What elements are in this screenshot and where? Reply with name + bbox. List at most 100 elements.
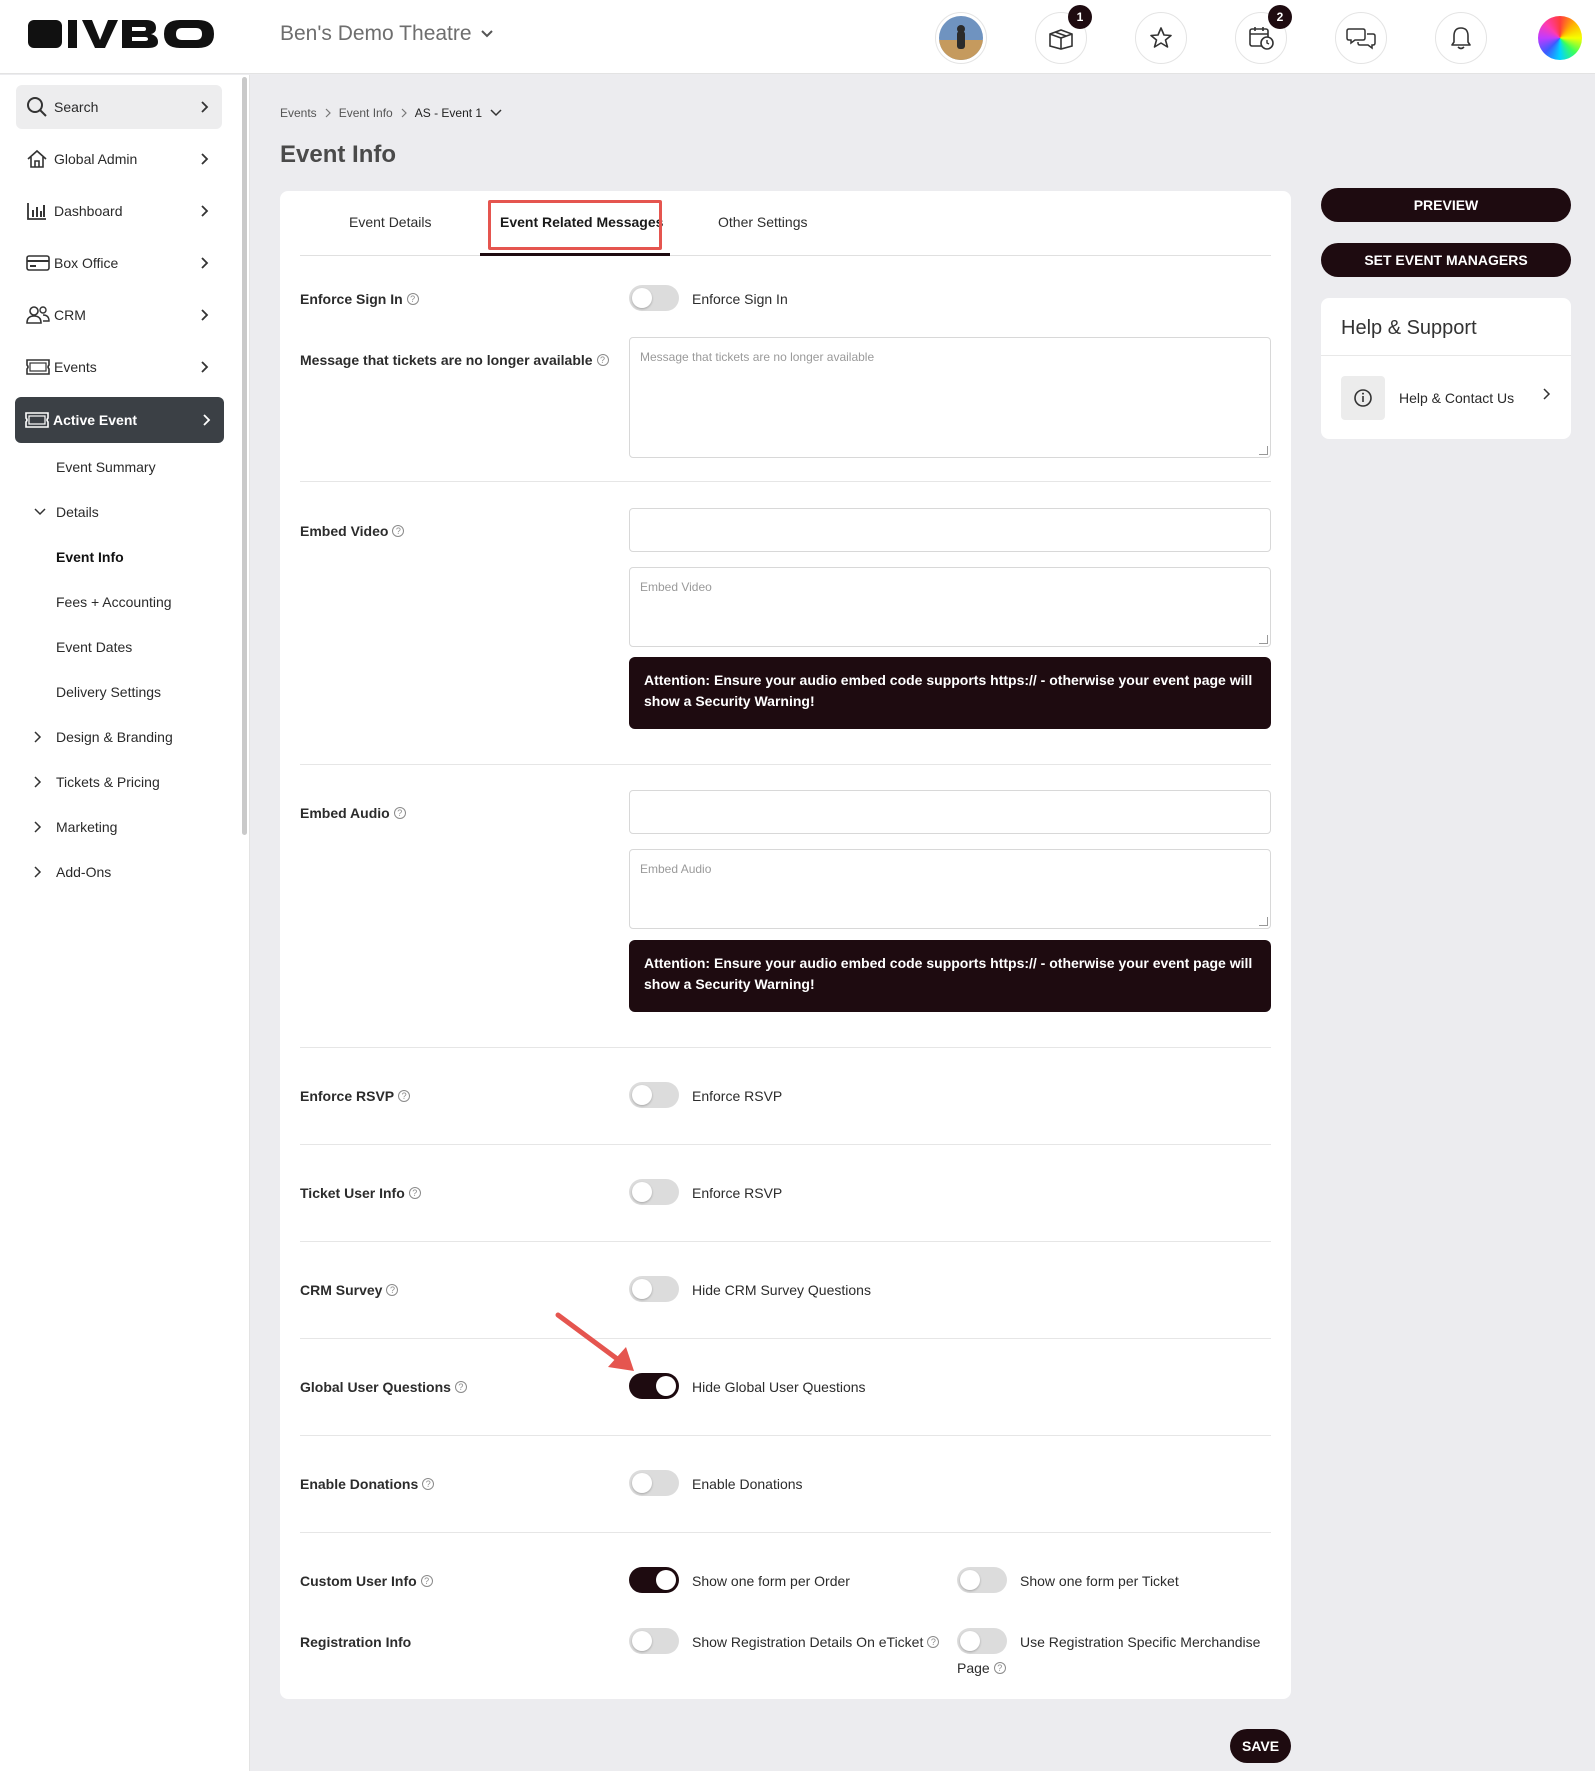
sidebar-item-global-admin[interactable]: Global Admin (16, 137, 222, 181)
chat-icon (1346, 28, 1376, 50)
help-icon[interactable]: ? (406, 293, 419, 305)
sidebar-item-event-dates[interactable]: Event Dates (56, 639, 132, 655)
preview-button[interactable]: PREVIEW (1321, 188, 1571, 222)
sidebar-item-delivery-settings[interactable]: Delivery Settings (56, 684, 161, 700)
package-icon (1049, 29, 1073, 50)
divider (300, 1241, 1271, 1242)
profile-photo-button[interactable] (935, 12, 987, 64)
help-icon[interactable]: ? (420, 1575, 433, 1587)
one-form-per-order-toggle[interactable] (629, 1567, 679, 1593)
help-icon[interactable]: ? (993, 1662, 1006, 1674)
sidebar-scrollbar[interactable] (242, 77, 247, 835)
embed-video-input[interactable] (629, 508, 1271, 552)
set-event-managers-button[interactable]: SET EVENT MANAGERS (1321, 243, 1571, 277)
sidebar-item-crm[interactable]: CRM (16, 293, 222, 337)
help-icon[interactable]: ? (393, 807, 406, 819)
chevron-right-icon (34, 866, 56, 878)
ticket-user-info-toggle[interactable] (629, 1179, 679, 1205)
enable-donations-toggle[interactable] (629, 1470, 679, 1496)
color-wheel-icon (1538, 16, 1582, 60)
help-icon[interactable]: ? (386, 1284, 399, 1296)
embed-audio-textarea[interactable]: Embed Audio (629, 849, 1271, 929)
sidebar-item-add-ons[interactable]: Add-Ons (34, 864, 111, 880)
embed-video-label: Embed Video ? (300, 523, 405, 539)
color-wheel-button[interactable] (1534, 12, 1586, 64)
sidebar-item-events[interactable]: Events (16, 345, 222, 389)
registration-details-eticket-toggle[interactable] (629, 1628, 679, 1654)
calendar-alerts-button[interactable]: 2 (1235, 5, 1292, 64)
sidebar-item-active-event[interactable]: Active Event (15, 397, 224, 443)
enforce-rsvp-toggle[interactable] (629, 1082, 679, 1108)
notifications-button[interactable] (1435, 12, 1487, 64)
tab-bar: Event Details Event Related Messages Oth… (300, 191, 1271, 256)
one-form-per-ticket-toggle[interactable] (957, 1567, 1007, 1593)
info-icon (1341, 376, 1385, 420)
sidebar-item-design-branding[interactable]: Design & Branding (34, 729, 173, 745)
sidebar-item-dashboard[interactable]: Dashboard (16, 189, 222, 233)
breadcrumb-events[interactable]: Events (280, 106, 317, 120)
divider (300, 1532, 1271, 1533)
bell-icon (1451, 27, 1471, 50)
ticket-user-info-label: Ticket User Info ? (300, 1185, 421, 1201)
sidebar-item-fees-accounting[interactable]: Fees + Accounting (56, 594, 172, 610)
no-tickets-message-textarea[interactable]: Message that tickets are no longer avail… (629, 337, 1271, 458)
chevron-right-icon[interactable] (1543, 388, 1551, 400)
help-icon[interactable]: ? (398, 1090, 411, 1102)
enable-donations-toggle-label: Enable Donations (692, 1476, 803, 1492)
crm-survey-toggle[interactable] (629, 1276, 679, 1302)
divider (300, 1047, 1271, 1048)
embed-video-textarea[interactable]: Embed Video (629, 567, 1271, 647)
help-icon[interactable]: ? (422, 1478, 435, 1490)
ivbo-logo[interactable] (28, 16, 222, 52)
embed-audio-label: Embed Audio ? (300, 805, 406, 821)
toggle-label-text: Show Registration Details On eTicket (692, 1634, 924, 1650)
global-user-questions-toggle[interactable] (629, 1373, 679, 1399)
sidebar-item-event-summary[interactable]: Event Summary (56, 459, 156, 475)
embed-audio-input[interactable] (629, 790, 1271, 834)
theatre-selector[interactable]: Ben's Demo Theatre (280, 22, 494, 46)
home-icon (26, 148, 52, 170)
ticket-user-info-toggle-label: Enforce RSVP (692, 1185, 783, 1201)
chevron-right-icon (198, 360, 212, 374)
breadcrumb-event-info[interactable]: Event Info (339, 106, 393, 120)
calendar-badge: 2 (1268, 5, 1292, 29)
chevron-right-icon (200, 413, 214, 427)
help-icon[interactable]: ? (927, 1636, 940, 1648)
breadcrumb-current-event[interactable]: AS - Event 1 (415, 106, 482, 120)
sidebar-item-event-info[interactable]: Event Info (56, 549, 124, 565)
sidebar: Search Global Admin Dashboard Box Office… (0, 75, 250, 1771)
sidebar-item-box-office[interactable]: Box Office (16, 241, 222, 285)
sidebar-item-label: Details (56, 504, 99, 520)
search-icon (26, 96, 52, 118)
global-user-questions-toggle-label: Hide Global User Questions (692, 1379, 866, 1395)
help-icon[interactable]: ? (392, 525, 405, 537)
divider (300, 1144, 1271, 1145)
row-label-text: Ticket User Info (300, 1185, 405, 1201)
registration-merchandise-page-toggle[interactable] (957, 1628, 1007, 1654)
search-label: Search (54, 99, 99, 115)
ticket-icon (26, 356, 52, 378)
favorites-button[interactable] (1135, 12, 1187, 64)
messages-button[interactable] (1335, 12, 1387, 64)
help-contact-link[interactable]: Help & Contact Us (1399, 390, 1514, 406)
row-label-text: Custom User Info (300, 1573, 417, 1589)
save-button[interactable]: SAVE (1230, 1729, 1291, 1763)
global-user-questions-label: Global User Questions ? (300, 1379, 467, 1395)
chevron-right-icon (198, 308, 212, 322)
help-icon[interactable]: ? (408, 1187, 421, 1199)
tab-event-details[interactable]: Event Details (349, 214, 431, 230)
tab-other-settings[interactable]: Other Settings (718, 214, 808, 230)
enforce-sign-in-toggle[interactable] (629, 285, 679, 311)
sidebar-item-details[interactable]: Details (34, 504, 99, 520)
packages-button[interactable]: 1 (1035, 5, 1092, 64)
chevron-down-icon[interactable] (490, 109, 502, 117)
sidebar-search[interactable]: Search (16, 85, 222, 129)
enforce-sign-in-toggle-label: Enforce Sign In (692, 291, 788, 307)
sidebar-item-marketing[interactable]: Marketing (34, 819, 117, 835)
divider (300, 1338, 1271, 1339)
page-title: Event Info (280, 141, 397, 168)
sidebar-item-tickets-pricing[interactable]: Tickets & Pricing (34, 774, 160, 790)
help-icon[interactable]: ? (454, 1381, 467, 1393)
ticket-icon (25, 409, 51, 431)
help-icon[interactable]: ? (596, 354, 609, 366)
